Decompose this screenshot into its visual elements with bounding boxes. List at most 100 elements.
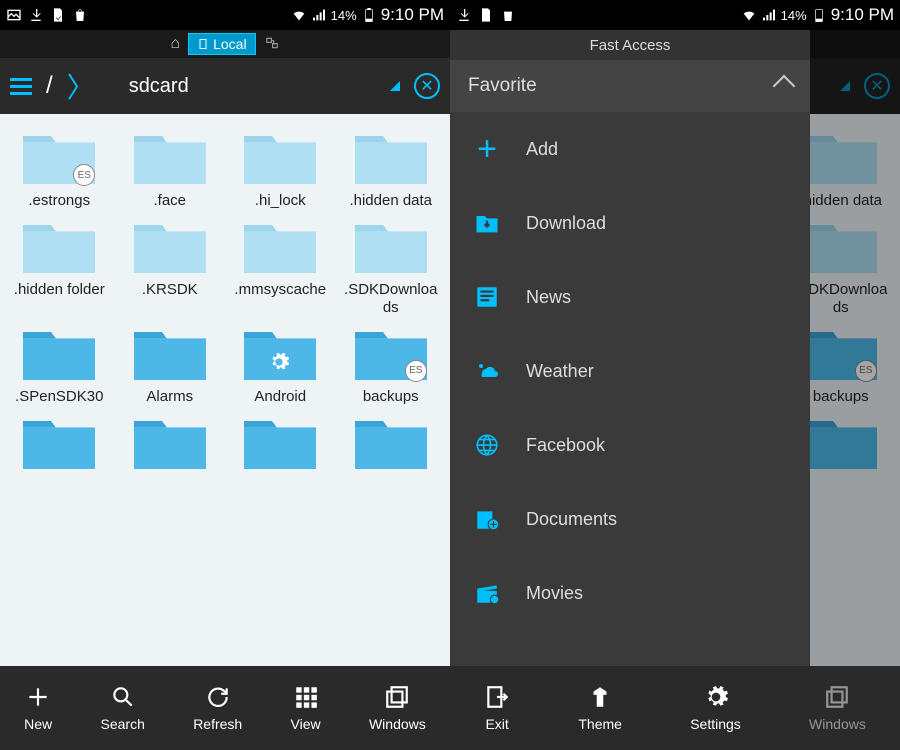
folder-icon xyxy=(240,413,320,473)
exit-button[interactable]: Exit xyxy=(484,684,510,732)
tab-local[interactable]: Local xyxy=(188,33,255,55)
signal-icon xyxy=(311,7,327,23)
settings-icon xyxy=(703,684,729,710)
windows-icon xyxy=(384,684,410,710)
folder-label: .hi_lock xyxy=(255,192,306,209)
wifi-icon xyxy=(741,7,757,23)
bottom-toolbar: New Search Refresh View Windows xyxy=(0,666,450,750)
settings-button[interactable]: Settings xyxy=(690,684,741,732)
windows-button[interactable]: Windows xyxy=(369,684,426,732)
new-button[interactable]: New xyxy=(24,684,52,732)
download-icon xyxy=(472,208,502,238)
folder-icon: ES xyxy=(801,324,881,384)
drawer-item-weather[interactable]: Weather xyxy=(450,334,810,408)
drawer-favorite-header[interactable]: Favorite xyxy=(450,60,810,112)
refresh-icon xyxy=(205,684,231,710)
folder-item[interactable] xyxy=(229,413,332,477)
drawer-item-add[interactable]: +Add xyxy=(450,112,810,186)
folder-label: .hidden data xyxy=(799,192,882,209)
folder-item[interactable]: .SPenSDK30 xyxy=(8,324,111,405)
bag-icon xyxy=(500,7,516,23)
folder-label: .face xyxy=(153,192,186,209)
path-current[interactable]: sdcard xyxy=(129,75,189,98)
search-button[interactable]: Search xyxy=(101,684,145,732)
status-bar: 14% 9:10 PM xyxy=(450,0,900,30)
exit-icon xyxy=(484,684,510,710)
folder-label: .hidden folder xyxy=(14,281,105,298)
folder-label: .mmsyscache xyxy=(234,281,326,298)
bag-icon xyxy=(72,7,88,23)
folder-icon xyxy=(240,128,320,188)
fast-access-drawer: Fast Access Favorite +AddDownloadNewsWea… xyxy=(450,30,810,666)
globe-icon xyxy=(472,430,502,460)
folder-label: backups xyxy=(813,388,869,405)
folder-item[interactable]: .face xyxy=(119,128,222,209)
network-icon[interactable] xyxy=(264,36,280,53)
folder-item[interactable] xyxy=(8,413,111,477)
folder-label: .SPenSDK30 xyxy=(15,388,103,405)
folder-icon xyxy=(351,217,431,277)
screen-right: 14% 9:10 PM ✕ ES.estrongs.face.hi_lock.h… xyxy=(450,0,900,750)
folder-item[interactable]: .mmsyscache xyxy=(229,217,332,316)
dropdown-icon[interactable] xyxy=(390,81,400,91)
folder-label: .estrongs xyxy=(28,192,90,209)
folder-icon xyxy=(801,128,881,188)
docs-icon xyxy=(472,504,502,534)
folder-icon: ES xyxy=(351,324,431,384)
folder-item[interactable]: ES.estrongs xyxy=(8,128,111,209)
clock: 9:10 PM xyxy=(831,5,894,25)
folder-item[interactable]: .hi_lock xyxy=(229,128,332,209)
doc-icon xyxy=(478,7,494,23)
home-icon[interactable]: ⌂ xyxy=(170,35,180,53)
folder-item[interactable]: .hidden folder xyxy=(8,217,111,316)
folder-item[interactable]: ES backups xyxy=(340,324,443,405)
refresh-button[interactable]: Refresh xyxy=(193,684,242,732)
folder-icon xyxy=(130,324,210,384)
drawer-item-download[interactable]: Download xyxy=(450,186,810,260)
drawer-title: Fast Access xyxy=(450,30,810,60)
path-root[interactable]: / xyxy=(46,72,53,100)
file-grid[interactable]: ES.estrongs.face.hi_lock.hidden data.hid… xyxy=(0,114,450,666)
folder-item[interactable]: .KRSDK xyxy=(119,217,222,316)
folder-label: .KRSDK xyxy=(142,281,198,298)
chevron-up-icon xyxy=(773,75,796,98)
theme-button[interactable]: Theme xyxy=(578,684,622,732)
signal-icon xyxy=(761,7,777,23)
folder-item[interactable]: .SDKDownloads xyxy=(340,217,443,316)
location-tabs: ⌂ Local xyxy=(0,30,450,58)
folder-item[interactable]: .hidden data xyxy=(340,128,443,209)
news-icon xyxy=(472,282,502,312)
doc-icon xyxy=(50,7,66,23)
folder-item[interactable] xyxy=(340,413,443,477)
close-icon: ✕ xyxy=(864,73,890,99)
drawer-bottom-toolbar: Exit Theme Settings Windows xyxy=(450,666,900,750)
drawer-item-news[interactable]: News xyxy=(450,260,810,334)
close-icon[interactable]: ✕ xyxy=(414,73,440,99)
folder-item[interactable]: Alarms xyxy=(119,324,222,405)
folder-label: Android xyxy=(254,388,306,405)
folder-item[interactable]: Android xyxy=(229,324,332,405)
weather-icon xyxy=(472,356,502,386)
plus-icon: + xyxy=(472,134,502,164)
windows-icon xyxy=(824,684,850,710)
folder-label: Alarms xyxy=(146,388,193,405)
path-bar: / 〉 sdcard ✕ xyxy=(0,58,450,114)
drawer-item-facebook[interactable]: Facebook xyxy=(450,408,810,482)
download-icon xyxy=(456,7,472,23)
folder-icon xyxy=(351,413,431,473)
folder-icon xyxy=(240,217,320,277)
theme-icon xyxy=(587,684,613,710)
view-button[interactable]: View xyxy=(291,684,321,732)
folder-icon xyxy=(19,217,99,277)
folder-icon xyxy=(351,128,431,188)
windows-button: Windows xyxy=(809,684,866,732)
clock: 9:10 PM xyxy=(381,5,444,25)
folder-item[interactable] xyxy=(119,413,222,477)
drawer-item-documents[interactable]: Documents xyxy=(450,482,810,556)
status-bar: 14% 9:10 PM xyxy=(0,0,450,30)
folder-label: .hidden data xyxy=(349,192,432,209)
folder-label: backups xyxy=(363,388,419,405)
drawer-item-movies[interactable]: Movies xyxy=(450,556,810,630)
menu-icon[interactable] xyxy=(10,78,32,95)
folder-icon xyxy=(130,128,210,188)
